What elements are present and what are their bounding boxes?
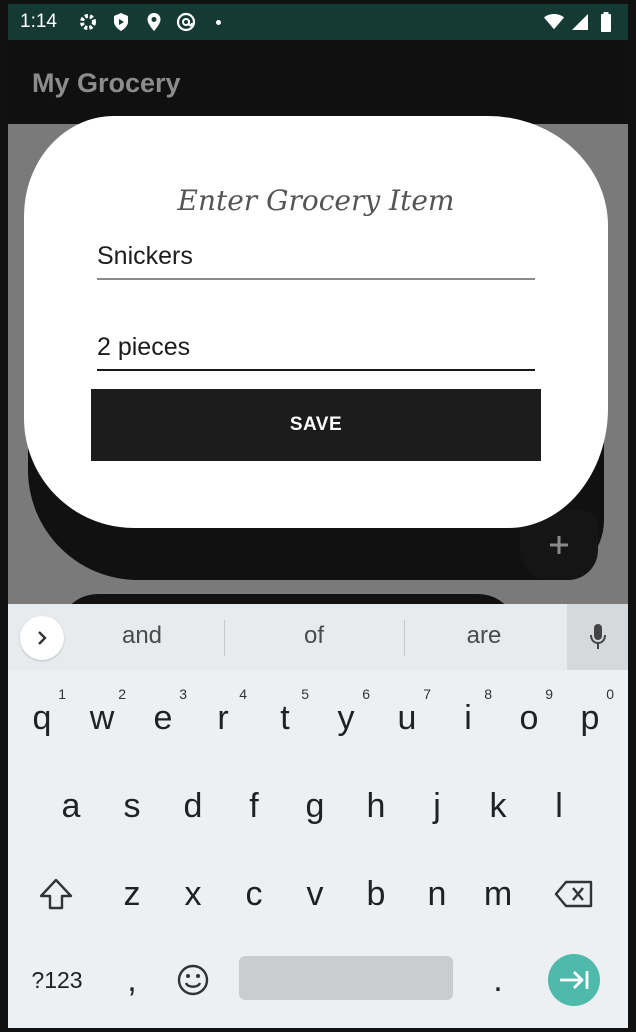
key-x[interactable]: x xyxy=(163,864,223,924)
tab-next-arrow-icon xyxy=(560,971,589,989)
battery-icon xyxy=(596,12,616,32)
item-name-underline xyxy=(97,278,535,280)
dialog-heading: Enter Grocery Item xyxy=(177,184,455,217)
app-title: My Grocery xyxy=(32,68,181,98)
key-r[interactable]: r4 xyxy=(193,686,253,748)
shift-key[interactable] xyxy=(26,864,86,924)
shield-play-icon xyxy=(111,12,131,32)
quantity-underline xyxy=(97,369,535,371)
plus-icon xyxy=(550,536,568,554)
app-bar: My Grocery xyxy=(8,40,628,124)
settings-gear-icon xyxy=(78,12,98,32)
key-v[interactable]: v xyxy=(285,864,345,924)
key-a[interactable]: a xyxy=(41,776,101,836)
suggestion-1[interactable]: and xyxy=(72,622,212,650)
emoji-key[interactable] xyxy=(163,950,223,1010)
notification-dot-icon xyxy=(208,12,228,32)
key-z[interactable]: z xyxy=(102,864,162,924)
key-d[interactable]: d xyxy=(163,776,223,836)
symbols-key[interactable]: ?123 xyxy=(26,950,88,1010)
key-t[interactable]: t5 xyxy=(255,686,315,748)
next-action-key[interactable] xyxy=(548,954,600,1006)
space-bar[interactable] xyxy=(239,956,453,1000)
wifi-icon xyxy=(544,12,564,32)
suggestion-separator xyxy=(224,620,225,656)
suggestion-strip: and of are xyxy=(8,604,628,670)
suggestion-3[interactable]: are xyxy=(414,622,554,650)
key-i[interactable]: i8 xyxy=(438,686,498,748)
key-e[interactable]: e3 xyxy=(133,686,193,748)
key-m[interactable]: m xyxy=(468,864,528,924)
key-w[interactable]: w2 xyxy=(72,686,132,748)
emoji-smile-icon xyxy=(177,964,209,996)
microphone-icon xyxy=(589,624,606,649)
suggestion-2[interactable]: of xyxy=(244,622,384,650)
period-key[interactable]: . xyxy=(468,950,528,1010)
key-k[interactable]: k xyxy=(468,776,528,836)
key-s[interactable]: s xyxy=(102,776,162,836)
status-time: 1:14 xyxy=(20,11,57,32)
voice-input-button[interactable] xyxy=(567,604,628,670)
key-u[interactable]: u7 xyxy=(377,686,437,748)
key-c[interactable]: c xyxy=(224,864,284,924)
key-h[interactable]: h xyxy=(346,776,406,836)
backspace-icon xyxy=(554,880,593,908)
key-l[interactable]: l xyxy=(529,776,589,836)
key-y[interactable]: y6 xyxy=(316,686,376,748)
key-j[interactable]: j xyxy=(407,776,467,836)
key-g[interactable]: g xyxy=(285,776,345,836)
expand-toolbar-button[interactable] xyxy=(20,616,64,660)
item-name-input[interactable]: Snickers xyxy=(97,230,535,280)
backspace-key[interactable] xyxy=(544,864,604,924)
add-grocery-dialog: Enter Grocery Item Snickers 2 pieces SAV… xyxy=(24,116,608,528)
device-frame: 1:14 My Grocery Enter Grocery Item Snick… xyxy=(8,4,628,1028)
location-pin-icon xyxy=(144,12,164,32)
quantity-value: 2 pieces xyxy=(97,333,191,361)
shift-arrow-icon xyxy=(39,878,73,910)
chevron-right-icon xyxy=(38,631,47,645)
key-o[interactable]: o9 xyxy=(499,686,559,748)
soft-keyboard: and of are q1 w2 e3 r4 t5 y6 u7 i8 o9 p0… xyxy=(8,604,628,1028)
key-q[interactable]: q1 xyxy=(12,686,72,748)
key-p[interactable]: p0 xyxy=(560,686,620,748)
key-f[interactable]: f xyxy=(224,776,284,836)
suggestion-separator xyxy=(404,620,405,656)
key-b[interactable]: b xyxy=(346,864,406,924)
item-name-value: Snickers xyxy=(97,242,193,270)
status-bar: 1:14 xyxy=(8,4,628,40)
at-sign-icon xyxy=(176,12,196,32)
key-n[interactable]: n xyxy=(407,864,467,924)
comma-key[interactable]: , xyxy=(102,950,162,1010)
save-button[interactable]: SAVE xyxy=(91,389,541,461)
cell-signal-icon xyxy=(570,12,590,32)
quantity-input[interactable]: 2 pieces xyxy=(97,321,535,371)
